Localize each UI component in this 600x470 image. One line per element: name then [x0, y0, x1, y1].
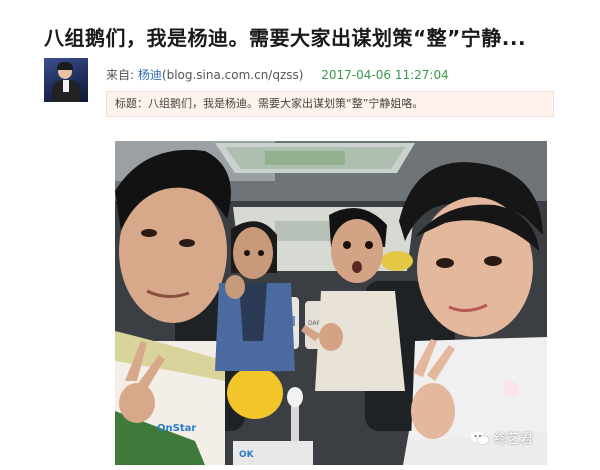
jersey-logo: OnStar: [157, 423, 196, 434]
source-line: 来自: 杨迪(blog.sina.com.cn/qzss) 2017-04-06…: [106, 66, 449, 83]
article-photo: DARL OnStar OK 综艺君: [115, 141, 547, 465]
source-prefix: 来自:: [106, 68, 135, 82]
bottom-logo: OK: [239, 450, 255, 460]
post-timestamp: 2017-04-06 11:27:04: [321, 68, 449, 82]
wechat-icon: [470, 431, 490, 445]
car-selfie-image: DARL OnStar OK: [115, 141, 547, 465]
source-url[interactable]: (blog.sina.com.cn/qzss): [162, 68, 304, 82]
summary-box: 标题：八组鹅们，我是杨迪。需要大家出谋划策“整”宁静姐咯。: [106, 91, 554, 117]
watermark-text: 综艺君: [493, 432, 533, 447]
watermark: 综艺君: [470, 428, 533, 447]
article-title: 八组鹅们，我是杨迪。需要大家出谋划策“整”宁静...: [44, 26, 527, 50]
author-avatar[interactable]: [44, 58, 88, 102]
author-link[interactable]: 杨迪: [138, 68, 162, 82]
